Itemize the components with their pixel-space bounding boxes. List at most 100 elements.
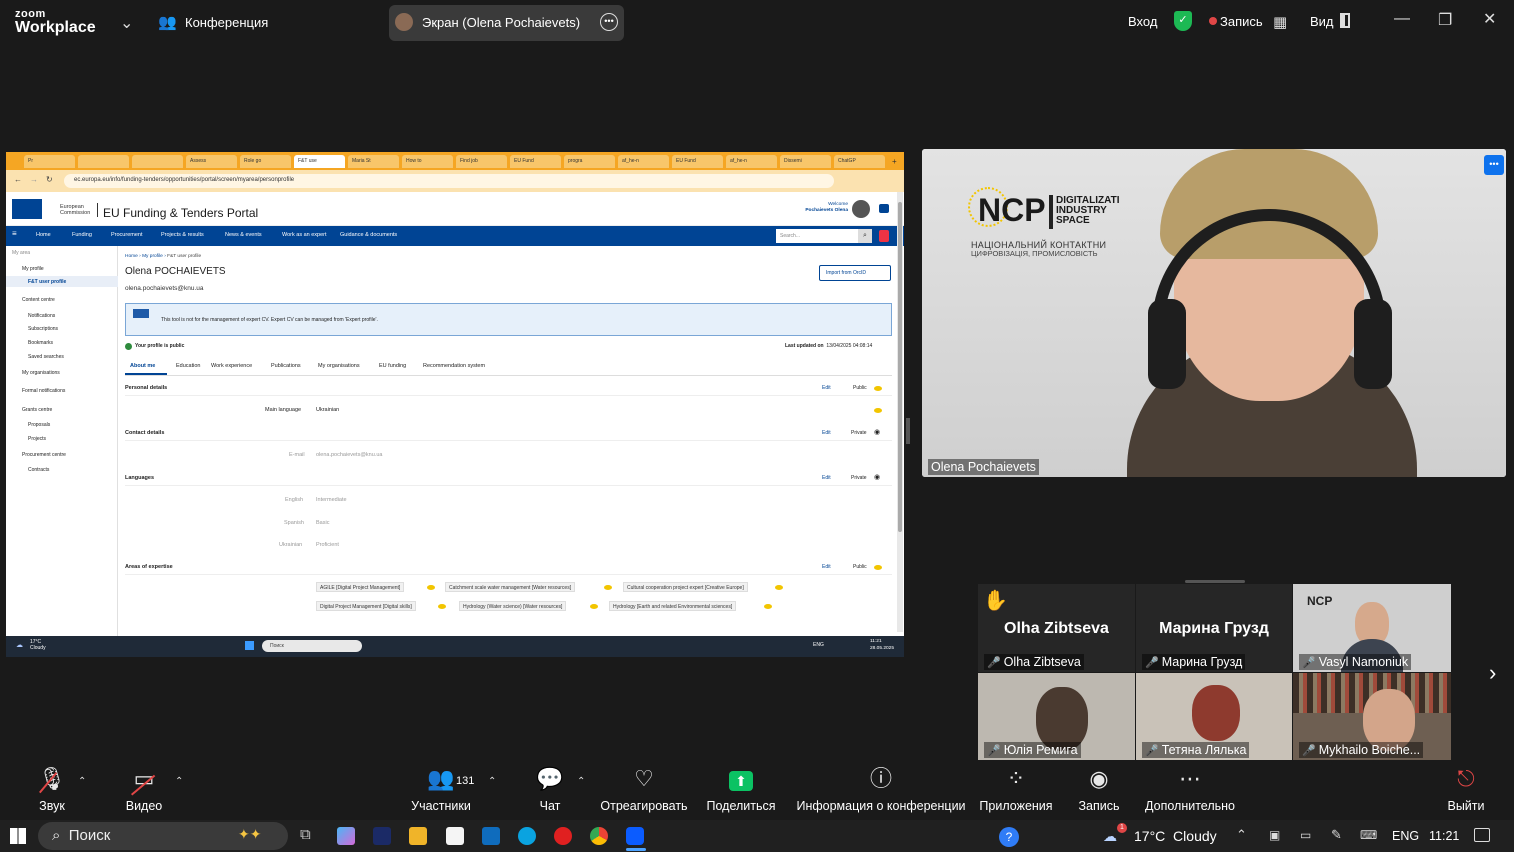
notification-center-icon[interactable] — [1474, 828, 1490, 842]
copilot-icon[interactable] — [337, 827, 355, 845]
chrome-icon[interactable] — [590, 827, 608, 845]
nav-expert[interactable]: Work as an expert — [282, 232, 327, 238]
expertise-tag[interactable]: Cultural cooperation project expert [Cre… — [623, 582, 748, 592]
sidebar-grants-centre[interactable]: Grants centre — [22, 407, 52, 413]
participant-tile[interactable]: NCP 🎤 Vasyl Namoniuk — [1293, 584, 1451, 672]
inner-search[interactable]: Поиск — [262, 640, 362, 652]
back-icon[interactable]: ← — [14, 175, 22, 184]
sidebar-saved-searches[interactable]: Saved searches — [28, 354, 64, 360]
restore-icon[interactable]: ❐ — [1438, 10, 1452, 30]
browser-tab[interactable]: Assess — [186, 155, 237, 168]
forward-icon[interactable]: → — [30, 175, 38, 184]
sidebar-procurement-centre[interactable]: Procurement centre — [22, 452, 66, 458]
sidebar-my-profile[interactable]: My profile — [22, 266, 44, 272]
powershell-icon[interactable] — [373, 827, 391, 845]
more-options-icon[interactable]: ••• — [1484, 155, 1504, 175]
chevron-down-icon[interactable]: ⌄ — [120, 13, 133, 33]
browser-tab[interactable]: af_he-n — [618, 155, 669, 168]
browser-tab[interactable]: Maria St — [348, 155, 399, 168]
expertise-tag[interactable]: Hydrology [Earth and related Environment… — [609, 601, 737, 611]
tab-education[interactable]: Education — [176, 363, 200, 369]
visibility-contact[interactable]: Private — [851, 430, 867, 436]
clock[interactable]: 11:21 — [1429, 829, 1459, 843]
participant-tile[interactable]: 🎤 Юлія Ремига — [978, 673, 1135, 760]
nav-news[interactable]: News & events — [225, 232, 262, 238]
expertise-tag[interactable]: Digital Project Management [Digital skil… — [316, 601, 416, 611]
expertise-tag[interactable]: Hydrology (Water science) [Water resourc… — [459, 601, 567, 611]
close-icon[interactable]: ✕ — [1483, 9, 1496, 29]
browser-tab[interactable]: EU Fund — [510, 155, 561, 168]
new-tab-icon[interactable]: + — [888, 154, 901, 167]
sidebar-bookmarks[interactable]: Bookmarks — [28, 340, 53, 346]
nav-guidance[interactable]: Guidance & documents — [340, 232, 397, 238]
gallery-drag-handle[interactable] — [1185, 580, 1245, 583]
windows-start-icon[interactable] — [10, 828, 26, 844]
sidebar-projects[interactable]: Projects — [28, 436, 46, 442]
camera-icon[interactable]: ▣ — [1269, 828, 1280, 842]
tab-about-me[interactable]: About me — [130, 363, 155, 369]
browser-tab[interactable]: Role go — [240, 155, 291, 168]
video-button[interactable]: ▭ Видео — [120, 762, 168, 813]
tab-recommendation[interactable]: Recommendation system — [423, 363, 485, 369]
participant-tile[interactable]: 🎤 Mykhailo Boiche... — [1293, 673, 1451, 760]
notification-icon[interactable] — [879, 230, 889, 242]
record-button[interactable]: ◉ Запись — [1075, 762, 1123, 813]
participants-button[interactable]: 👥 Участники — [405, 762, 477, 813]
notepad-icon[interactable] — [446, 827, 464, 845]
reload-icon[interactable]: ↻ — [46, 175, 53, 184]
chat-button[interactable]: 💬 Чат — [530, 762, 570, 813]
pen-icon[interactable]: ✎ — [1331, 827, 1342, 843]
zoom-icon[interactable] — [626, 827, 644, 845]
browser-tab[interactable]: EU Fund — [672, 155, 723, 168]
participant-tile[interactable]: 🎤 Тетяна Лялька — [1136, 673, 1292, 760]
portal-title[interactable]: EU Funding & Tenders Portal — [103, 206, 258, 220]
participants-options-caret[interactable]: ⌃ — [488, 776, 496, 787]
view-layout-icon[interactable] — [1340, 13, 1350, 28]
grid-icon[interactable]: ▦ — [1273, 13, 1287, 31]
sidebar-ft-profile[interactable]: F&T user profile — [28, 279, 66, 285]
leave-button[interactable]: ⎋ Выйти — [1444, 762, 1488, 813]
skype-icon[interactable] — [518, 827, 536, 845]
tab-work-experience[interactable]: Work experience — [211, 363, 252, 369]
sidebar-notifications[interactable]: Notifications — [28, 313, 55, 319]
breadcrumb[interactable]: Home › My profile › F&T user profile — [125, 254, 201, 259]
shared-screen[interactable]: Pr Assess Role go F&T use Maria St How to Find… — [6, 152, 904, 657]
help-icon[interactable]: ? — [999, 827, 1019, 847]
meeting-label[interactable]: Конференция — [185, 15, 268, 30]
battery-icon[interactable]: ▭ — [1300, 828, 1311, 842]
react-button[interactable]: ♡ Отреагировать — [600, 762, 688, 813]
file-explorer-icon[interactable] — [409, 827, 427, 845]
visibility-languages[interactable]: Private — [851, 475, 867, 481]
browser-tab[interactable]: F&T use — [294, 155, 345, 168]
expertise-tag[interactable]: Catchment scale water management [Water … — [445, 582, 576, 592]
tab-eu-funding[interactable]: EU funding — [379, 363, 406, 369]
nav-home[interactable]: Home — [36, 232, 51, 238]
more-options-icon[interactable]: ••• — [600, 13, 618, 31]
task-view-icon[interactable]: ⧉ — [300, 826, 311, 843]
language-indicator[interactable]: ENG — [1392, 829, 1419, 843]
taskbar-weather[interactable]: 17°C Cloudy — [1134, 828, 1217, 844]
user-avatar-icon[interactable] — [852, 200, 870, 218]
edit-personal[interactable]: Edit — [822, 385, 831, 391]
audio-button[interactable]: 🎙 Звук — [30, 762, 74, 813]
tab-my-organisations[interactable]: My organisations — [318, 363, 360, 369]
browser-tab[interactable]: How to — [402, 155, 453, 168]
participant-tile[interactable]: Марина Грузд 🎤 Марина Грузд — [1136, 584, 1292, 672]
browser-tab[interactable] — [132, 155, 183, 168]
edit-languages[interactable]: Edit — [822, 475, 831, 481]
browser-tab[interactable]: ChatGP — [834, 155, 885, 168]
expertise-tag[interactable]: AGILE [Digital Project Management] — [316, 582, 405, 592]
signin-button[interactable]: Вход — [1128, 14, 1157, 29]
browser-tab[interactable]: Find job — [456, 155, 507, 168]
minimize-icon[interactable]: — — [1394, 10, 1410, 28]
view-button[interactable]: Вид — [1310, 14, 1334, 29]
windows-start-icon[interactable] — [245, 641, 254, 650]
active-speaker-video[interactable]: NCP DIGITALIZATI INDUSTRY SPACE НАЦІОНАЛ… — [922, 149, 1506, 477]
edit-contact[interactable]: Edit — [822, 430, 831, 436]
search-icon[interactable]: ⌕ — [858, 229, 872, 243]
recording-indicator[interactable]: Запись — [1220, 14, 1263, 29]
scrollbar-thumb[interactable] — [898, 202, 902, 532]
meeting-info-button[interactable]: ⓘ Информация о конференции — [796, 762, 966, 813]
language-icon[interactable] — [879, 204, 889, 213]
shield-check-icon[interactable]: ✓ — [1174, 11, 1192, 31]
